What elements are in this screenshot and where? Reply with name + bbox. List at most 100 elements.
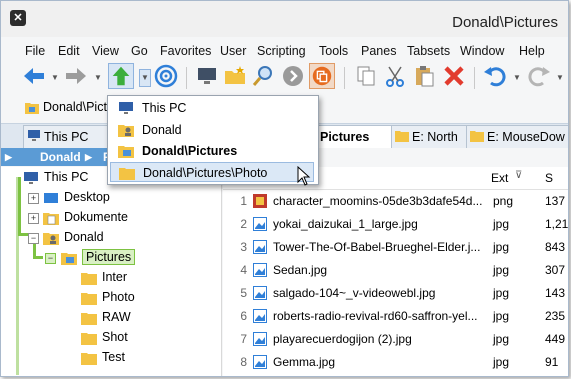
toolbar-separator <box>474 67 475 89</box>
delete-button[interactable] <box>441 63 467 89</box>
tree-label: Desktop <box>64 190 110 204</box>
arrow-right-icon: ▶ <box>5 152 12 162</box>
table-row[interactable]: 7 playarecuerdogijon (2).jpg jpg 449 <box>223 328 568 351</box>
redo-button[interactable] <box>526 63 552 89</box>
tree-branch-line <box>16 177 19 375</box>
new-folder-icon <box>225 66 245 84</box>
up-arrow-icon <box>112 66 130 86</box>
forward-dropdown-icon[interactable]: ▼ <box>94 73 102 82</box>
computer-icon <box>28 130 40 141</box>
collapse-icon[interactable]: − <box>45 253 56 264</box>
target-button[interactable] <box>153 63 179 89</box>
user-folder-icon <box>43 232 59 245</box>
dropdown-item-donald-pictures[interactable]: Donald\Pictures <box>110 141 314 161</box>
menu-panes[interactable]: Panes <box>361 44 396 58</box>
tree-item-raw[interactable]: RAW <box>81 307 131 327</box>
tree-item-test[interactable]: Test <box>81 347 125 367</box>
computer-button[interactable] <box>194 63 220 89</box>
folder-icon <box>81 332 97 345</box>
monitor-icon <box>198 68 216 84</box>
tree-item-donald[interactable]: Donald <box>43 227 104 247</box>
image-file-icon <box>253 263 267 277</box>
menu-tools[interactable]: Tools <box>319 44 348 58</box>
menu-file[interactable]: File <box>25 44 45 58</box>
table-row[interactable]: 5 salgado-104~_v-videowebl.jpg jpg 143 <box>223 282 568 305</box>
column-header-size[interactable]: S <box>545 171 553 185</box>
table-row[interactable]: 1 character_moomins-05de3b3dafe54d... pn… <box>223 190 568 213</box>
menu-user[interactable]: User <box>220 44 246 58</box>
cut-button[interactable] <box>382 63 408 89</box>
title-bar: ✕ Donald\Pictures <box>1 1 568 37</box>
file-name: Tower-The-Of-Babel-Brueghel-Elder.j... <box>273 240 481 254</box>
row-number: 7 <box>240 332 247 346</box>
row-number: 1 <box>240 194 247 208</box>
tree-label: Shot <box>102 330 128 344</box>
go-button[interactable] <box>280 63 306 89</box>
table-row[interactable]: 6 roberts-radio-revival-rd60-saffron-yel… <box>223 305 568 328</box>
paste-button[interactable] <box>411 63 437 89</box>
tree-item-this-pc[interactable]: This PC <box>23 167 88 187</box>
app-logo-icon[interactable]: ✕ <box>10 10 26 26</box>
menu-view[interactable]: View <box>92 44 119 58</box>
table-row[interactable]: 2 yokai_daizukai_1_large.jpg jpg 1,218 <box>223 213 568 236</box>
menu-scripting[interactable]: Scripting <box>257 44 306 58</box>
tree-item-desktop[interactable]: Desktop <box>43 187 110 207</box>
forward-arrow-icon <box>66 68 86 84</box>
redo-icon <box>528 67 550 87</box>
column-header-ext[interactable]: Ext <box>491 171 508 185</box>
back-button[interactable] <box>21 63 47 89</box>
back-arrow-icon <box>24 68 44 84</box>
back-dropdown-icon[interactable]: ▼ <box>51 73 59 82</box>
menu-go[interactable]: Go <box>131 44 148 58</box>
menu-tabsets[interactable]: Tabsets <box>407 44 450 58</box>
computer-icon <box>119 102 133 114</box>
window-title: Donald\Pictures <box>452 14 558 31</box>
undo-button[interactable] <box>482 63 508 89</box>
new-folder-button[interactable] <box>222 63 248 89</box>
folder-icon <box>81 312 97 325</box>
tree-item-dokumente[interactable]: Dokumente <box>43 207 128 227</box>
image-file-icon <box>253 309 267 323</box>
breadcrumb-item-donald[interactable]: Donald <box>40 150 81 164</box>
table-row[interactable]: 4 Sedan.jpg jpg 307 <box>223 259 568 282</box>
tab-e-mousedow[interactable]: E: MouseDow <box>466 125 568 148</box>
expand-icon[interactable]: + <box>28 193 39 204</box>
copy-button[interactable] <box>353 63 379 89</box>
menu-window[interactable]: Window <box>460 44 504 58</box>
file-name: Sedan.jpg <box>273 263 328 277</box>
row-number: 8 <box>240 355 247 369</box>
image-file-icon <box>253 286 267 300</box>
toolbar-separator <box>344 67 345 89</box>
tab-this-pc[interactable]: This PC <box>23 125 110 148</box>
collapse-icon[interactable]: − <box>28 233 39 244</box>
dropdown-item-donald[interactable]: Donald <box>110 120 314 140</box>
menu-favorites[interactable]: Favorites <box>160 44 211 58</box>
tree-item-pictures[interactable]: Pictures <box>61 247 136 267</box>
tree-label: This PC <box>44 170 89 184</box>
file-ext: jpg <box>493 332 510 346</box>
table-row[interactable]: 8 Gemma.jpg jpg 91 <box>223 351 568 374</box>
up-button[interactable] <box>108 63 134 89</box>
undo-dropdown-icon[interactable]: ▼ <box>513 73 521 82</box>
forward-button[interactable] <box>63 63 89 89</box>
table-row[interactable]: 3 Tower-The-Of-Babel-Brueghel-Elder.j...… <box>223 236 568 259</box>
menu-edit[interactable]: Edit <box>58 44 80 58</box>
row-number: 3 <box>240 240 247 254</box>
tree-item-shot[interactable]: Shot <box>81 327 128 347</box>
pictures-folder-icon <box>118 146 134 158</box>
file-ext: png <box>493 194 514 208</box>
dropdown-item-donald-pictures-photo[interactable]: Donald\Pictures\Photo <box>110 162 314 182</box>
find-button[interactable] <box>250 63 276 89</box>
tree-item-inter[interactable]: Inter <box>81 267 127 287</box>
expand-icon[interactable]: + <box>28 213 39 224</box>
copy-to-button[interactable] <box>309 63 335 89</box>
file-size: 307 <box>545 263 566 277</box>
tree-item-photo[interactable]: Photo <box>81 287 135 307</box>
menu-help[interactable]: Help <box>519 44 545 58</box>
dropdown-item-this-pc[interactable]: This PC <box>110 98 314 118</box>
undo-icon <box>484 67 506 87</box>
filter-icon[interactable]: ⊽ <box>515 170 522 181</box>
up-dropdown-icon[interactable]: ▼ <box>139 69 151 87</box>
folder-icon <box>81 272 97 285</box>
redo-dropdown-icon[interactable]: ▼ <box>556 73 564 82</box>
